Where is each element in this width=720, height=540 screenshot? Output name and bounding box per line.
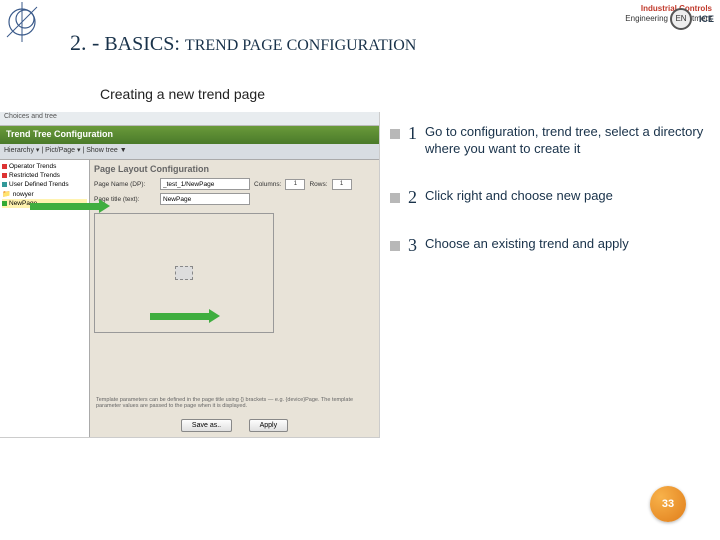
step-list: 1 Go to configuration, trend tree, selec… bbox=[390, 124, 714, 284]
slide-title: 2. - BASICS: TREND PAGE CONFIGURATION bbox=[70, 30, 416, 56]
dot-icon bbox=[2, 182, 7, 187]
dot-icon bbox=[2, 164, 7, 169]
saveas-button[interactable]: Save as.. bbox=[181, 419, 232, 432]
step-number: 1 bbox=[408, 124, 417, 142]
bullet-icon bbox=[390, 129, 400, 139]
step-item: 2 Click right and choose new page bbox=[390, 188, 714, 206]
tree-item: Restricted Trends bbox=[2, 171, 87, 180]
step-text: Choose an existing trend and apply bbox=[425, 236, 629, 253]
title-rest: TREND PAGE CONFIGURATION bbox=[185, 37, 416, 54]
page-title-field[interactable] bbox=[160, 193, 250, 205]
ice-label: ICE bbox=[699, 14, 714, 24]
bullet-icon bbox=[390, 241, 400, 251]
en-badge: EN bbox=[670, 8, 692, 30]
rows-stepper[interactable]: 1 bbox=[332, 179, 352, 190]
tree-item: Operator Trends bbox=[2, 162, 87, 171]
config-header: Page Layout Configuration bbox=[94, 164, 375, 174]
slide-subtitle: Creating a new trend page bbox=[100, 86, 265, 102]
step-text: Click right and choose new page bbox=[425, 188, 613, 205]
step-number: 2 bbox=[408, 188, 417, 206]
page-name-label: Page Name (DP): bbox=[94, 181, 156, 188]
apply-button[interactable]: Apply bbox=[249, 419, 289, 432]
config-panel: Page Layout Configuration Page Name (DP)… bbox=[90, 160, 379, 438]
folder-icon: 📁 bbox=[2, 190, 11, 198]
title-number: 2. - bbox=[70, 30, 99, 55]
tree-item: 📁nowyer bbox=[2, 189, 87, 199]
app-menu: Choices and tree bbox=[0, 112, 379, 126]
hint-text: Template parameters can be defined in th… bbox=[96, 397, 373, 410]
tree-panel[interactable]: Operator Trends Restricted Trends User D… bbox=[0, 160, 90, 438]
placeholder-icon bbox=[175, 266, 193, 280]
page-name-field[interactable] bbox=[160, 178, 250, 190]
rows-label: Rows: bbox=[309, 181, 327, 188]
arrow-icon bbox=[150, 313, 210, 320]
step-item: 3 Choose an existing trend and apply bbox=[390, 236, 714, 254]
step-text: Go to configuration, trend tree, select … bbox=[425, 124, 714, 158]
dot-icon bbox=[2, 173, 7, 178]
dot-icon bbox=[2, 201, 7, 206]
columns-stepper[interactable]: 1 bbox=[285, 179, 305, 190]
app-toolbar[interactable]: Hierarchy ▾ | Pict/Page ▾ | Show tree ▼ bbox=[0, 144, 379, 160]
step-number: 3 bbox=[408, 236, 417, 254]
tree-item: User Defined Trends bbox=[2, 180, 87, 189]
arrow-icon bbox=[30, 203, 100, 210]
dept-line1: Industrial Controls bbox=[625, 4, 712, 14]
cern-logo bbox=[2, 2, 42, 42]
title-main: BASICS bbox=[104, 33, 174, 55]
step-item: 1 Go to configuration, trend tree, selec… bbox=[390, 124, 714, 158]
app-screenshot: Choices and tree Trend Tree Configuratio… bbox=[0, 112, 380, 438]
bullet-icon bbox=[390, 193, 400, 203]
columns-label: Columns: bbox=[254, 181, 281, 188]
app-window-title: Trend Tree Configuration bbox=[0, 126, 379, 144]
page-number-badge: 33 bbox=[650, 486, 686, 522]
